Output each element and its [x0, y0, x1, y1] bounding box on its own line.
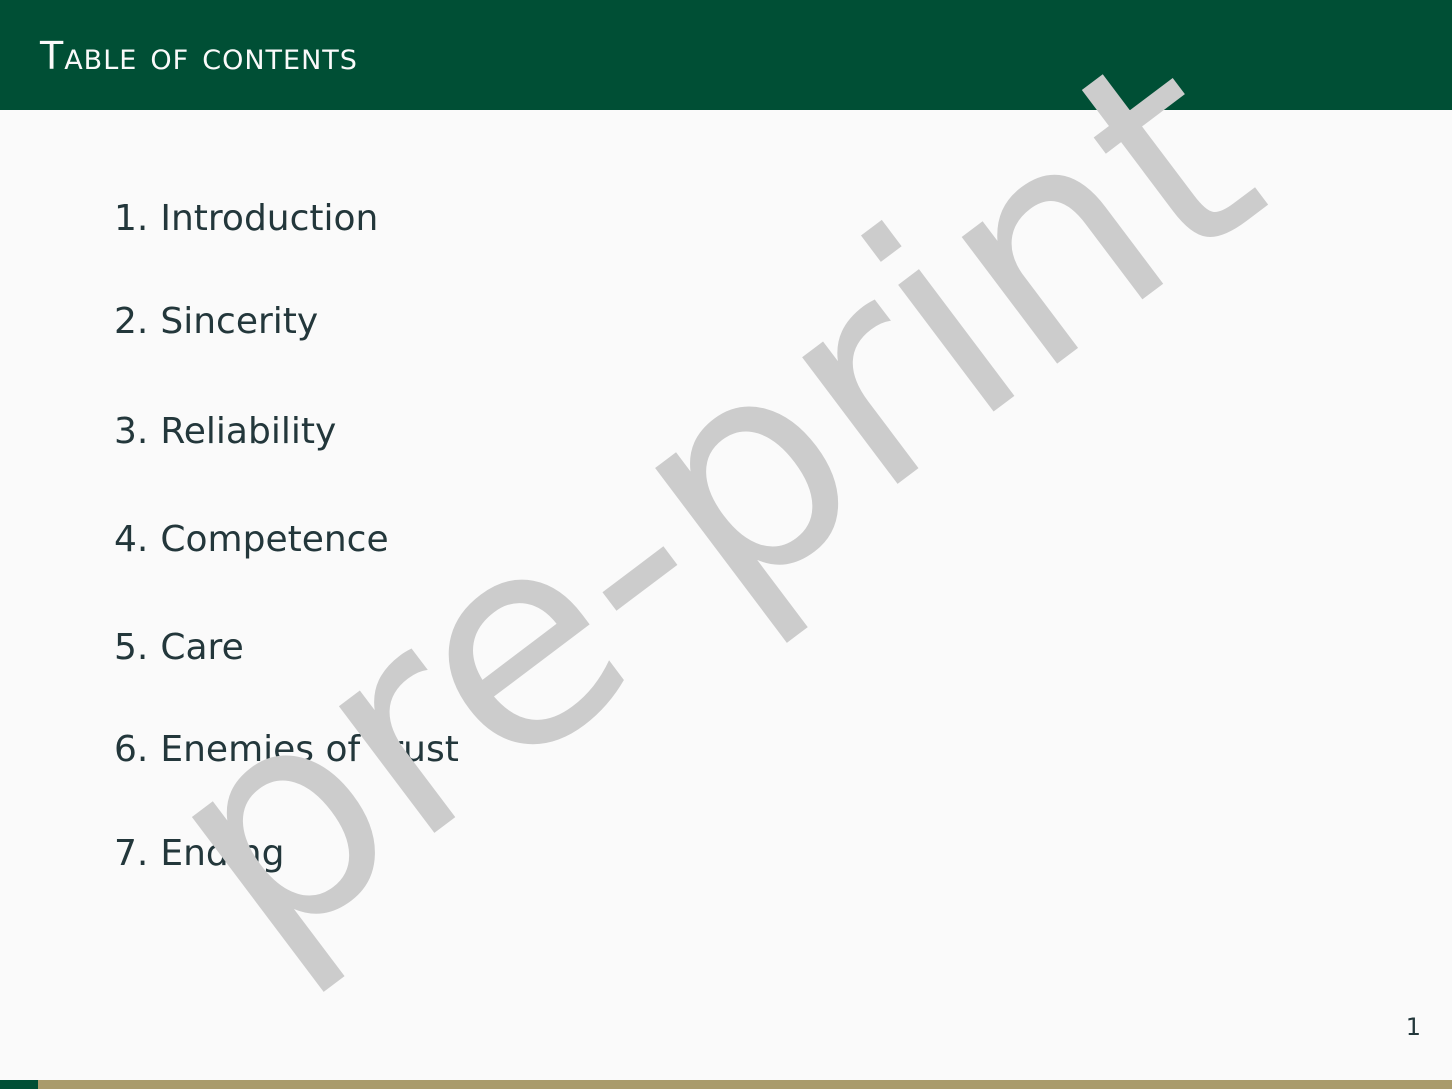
toc-item-number: 6.	[114, 729, 149, 770]
toc-item-label: Reliability	[160, 411, 337, 452]
table-of-contents: 1. Introduction 2. Sincerity 3. Reliability…	[114, 0, 814, 1089]
toc-item-care[interactable]: 5. Care	[114, 623, 244, 673]
toc-item-label: Competence	[160, 519, 389, 560]
toc-item-number: 1.	[114, 198, 149, 239]
toc-item-enemies-of-trust[interactable]: 6. Enemies of Trust	[114, 725, 459, 775]
toc-item-competence[interactable]: 4. Competence	[114, 515, 389, 565]
toc-item-introduction[interactable]: 1. Introduction	[114, 194, 378, 244]
toc-item-sincerity[interactable]: 2. Sincerity	[114, 297, 318, 347]
toc-item-number: 5.	[114, 627, 149, 668]
progress-bar	[0, 1080, 1452, 1089]
toc-item-label: Care	[160, 627, 244, 668]
progress-bar-fill	[0, 1080, 38, 1089]
page-number: 1	[1405, 1013, 1421, 1041]
toc-item-label: Enemies of Trust	[160, 729, 459, 770]
toc-item-ending[interactable]: 7. Ending	[114, 829, 284, 879]
toc-item-reliability[interactable]: 3. Reliability	[114, 407, 336, 457]
toc-item-number: 4.	[114, 519, 149, 560]
toc-item-number: 7.	[114, 833, 149, 874]
toc-item-number: 3.	[114, 411, 149, 452]
toc-item-number: 2.	[114, 301, 149, 342]
toc-item-label: Sincerity	[160, 301, 319, 342]
toc-item-label: Introduction	[160, 198, 379, 239]
toc-item-label: Ending	[160, 833, 285, 874]
